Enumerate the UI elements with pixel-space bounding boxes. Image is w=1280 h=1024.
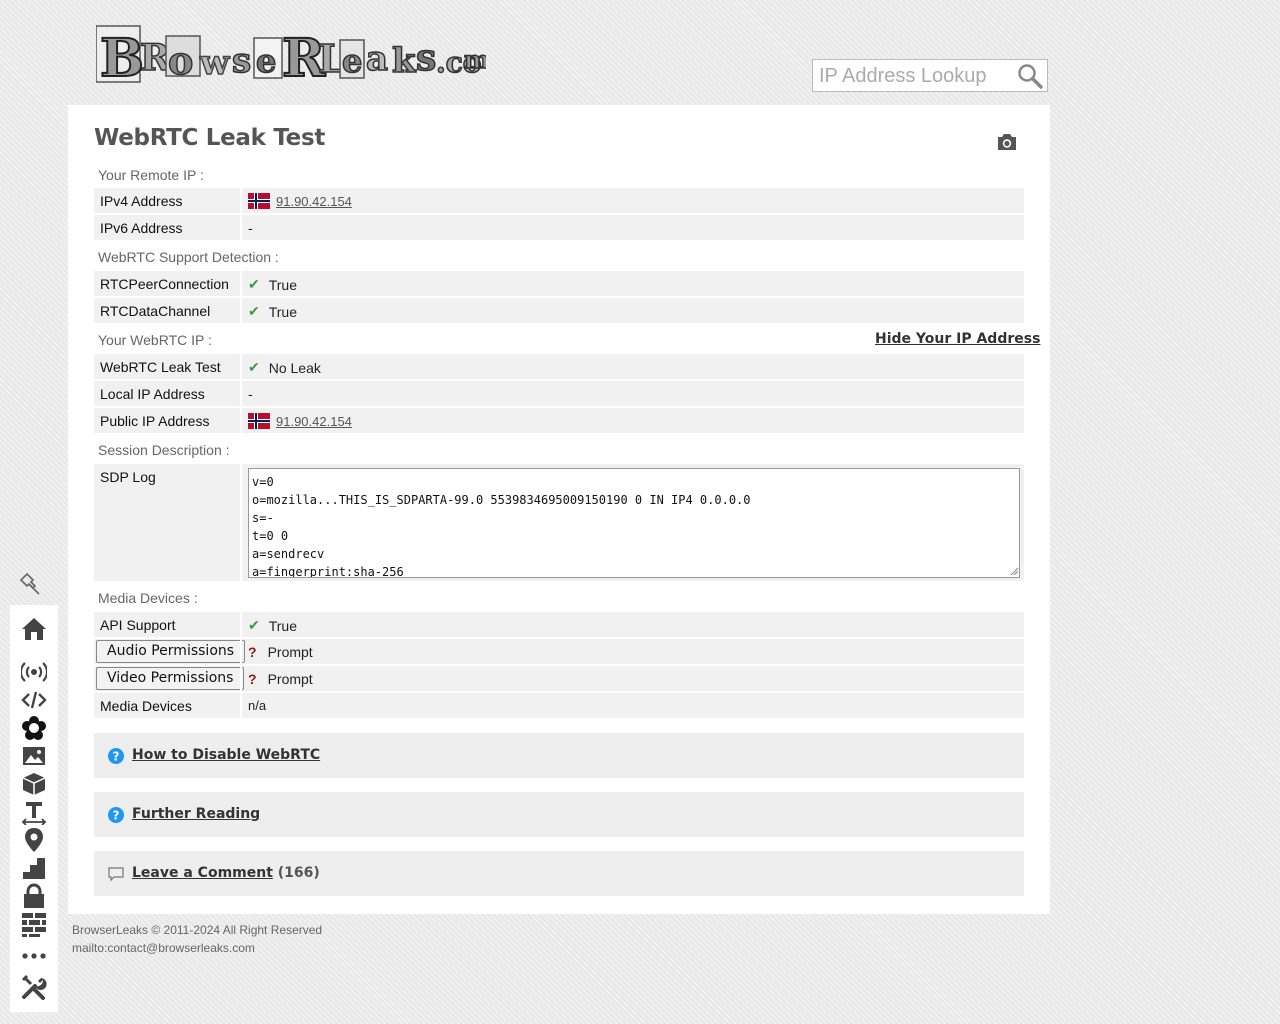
cube-icon[interactable] xyxy=(21,771,47,797)
more-icon[interactable] xyxy=(21,943,47,969)
accordion-disable-webrtc[interactable]: ? How to Disable WebRTC xyxy=(94,733,1024,778)
footer-copyright: BrowserLeaks © 2011-2024 All Right Reser… xyxy=(72,923,323,937)
comment-count: (166) xyxy=(277,865,320,881)
svg-text:m: m xyxy=(464,45,486,74)
peer-connection-value: True xyxy=(268,276,298,293)
accordion-further-reading[interactable]: ? Further Reading xyxy=(94,792,1024,837)
check-icon: ✔ xyxy=(248,276,260,292)
peer-connection-label: RTCPeerConnection xyxy=(100,276,229,292)
hide-ip-link[interactable]: Hide Your IP Address xyxy=(875,331,1040,347)
leak-test-row: WebRTC Leak Test ✔ No Leak xyxy=(94,354,1024,379)
check-icon: ✔ xyxy=(248,303,260,319)
video-permissions-button[interactable]: Video Permissions xyxy=(96,667,245,690)
section-session: Session Description : xyxy=(98,442,230,458)
section-support: WebRTC Support Detection : xyxy=(98,249,279,265)
local-ip-row: Local IP Address - xyxy=(94,381,1024,406)
check-icon: ✔ xyxy=(248,359,260,375)
sdp-log-textarea[interactable]: v=0 o=mozilla...THIS_IS_SDPARTA-99.0 553… xyxy=(248,468,1020,578)
leave-comment-link[interactable]: Leave a Comment xyxy=(132,865,273,881)
svg-text:?: ? xyxy=(113,809,120,823)
question-icon: ? xyxy=(248,644,257,660)
pin-icon[interactable] xyxy=(18,571,42,595)
svg-text:?: ? xyxy=(113,750,120,764)
comment-icon xyxy=(108,867,124,882)
data-channel-row: RTCDataChannel ✔ True xyxy=(94,298,1024,323)
svg-text:B: B xyxy=(100,28,144,89)
home-icon[interactable] xyxy=(21,616,47,642)
ipv6-row: IPv6 Address - xyxy=(94,215,1024,240)
leak-test-value: No Leak xyxy=(268,359,321,376)
api-support-row: API Support ✔ True xyxy=(94,612,1024,637)
footer-email[interactable]: mailto:contact@browserleaks.com xyxy=(72,941,255,955)
accordion-comments[interactable]: Leave a Comment (166) xyxy=(94,851,1024,896)
local-ip-label: Local IP Address xyxy=(100,386,205,402)
flower-icon[interactable] xyxy=(21,715,47,741)
section-media: Media Devices : xyxy=(98,590,198,606)
svg-text:o: o xyxy=(168,38,193,83)
svg-text:s: s xyxy=(232,41,251,81)
check-icon: ✔ xyxy=(248,617,260,633)
resize-handle-icon[interactable] xyxy=(1010,567,1019,576)
text-height-icon[interactable] xyxy=(21,799,47,825)
public-ip-row: Public IP Address 91.90.42.154 xyxy=(94,408,1024,433)
ipv6-label: IPv6 Address xyxy=(100,220,183,236)
section-webrtc-ip: Your WebRTC IP : xyxy=(98,332,212,348)
map-marker-icon[interactable] xyxy=(21,827,47,853)
svg-text:k: k xyxy=(392,41,417,81)
api-support-value: True xyxy=(268,617,298,634)
svg-text:w: w xyxy=(199,43,230,83)
help-icon: ? xyxy=(108,807,124,823)
section-remote-ip: Your Remote IP : xyxy=(98,167,204,183)
main-content: WebRTC Leak Test Your Remote IP : IPv4 A… xyxy=(68,105,1050,914)
broadcast-icon[interactable] xyxy=(21,659,47,685)
video-permissions-value: Prompt xyxy=(267,671,313,687)
media-devices-label: Media Devices xyxy=(100,698,192,714)
code-icon[interactable] xyxy=(21,687,47,713)
data-channel-value: True xyxy=(268,303,298,320)
ipv4-label: IPv4 Address xyxy=(100,193,183,209)
leak-test-label: WebRTC Leak Test xyxy=(100,359,221,375)
ip-lookup-input[interactable] xyxy=(819,64,1009,88)
norway-flag-icon xyxy=(248,413,270,429)
svg-text:e: e xyxy=(342,42,362,80)
help-icon: ? xyxy=(108,748,124,764)
browserleaks-logo[interactable]: B R o w s e R L e a k s .co m xyxy=(96,20,486,90)
stairs-icon[interactable] xyxy=(21,855,47,881)
public-ip-label: Public IP Address xyxy=(100,413,210,429)
svg-text:s: s xyxy=(416,37,436,79)
question-icon: ? xyxy=(248,671,257,687)
tools-icon[interactable] xyxy=(21,974,47,1000)
further-reading-link[interactable]: Further Reading xyxy=(132,806,260,822)
peer-connection-row: RTCPeerConnection ✔ True xyxy=(94,271,1024,296)
lock-icon[interactable] xyxy=(21,883,47,909)
ipv6-value: - xyxy=(248,220,253,236)
sdp-label: SDP Log xyxy=(100,469,156,485)
public-ip-link[interactable]: 91.90.42.154 xyxy=(276,414,352,429)
sdp-row: SDP Log v=0 o=mozilla...THIS_IS_SDPARTA-… xyxy=(94,464,1024,581)
audio-permissions-value: Prompt xyxy=(267,644,313,660)
media-devices-row: Media Devices n/a xyxy=(94,693,1024,718)
local-ip-value: - xyxy=(248,386,253,402)
svg-text:e: e xyxy=(256,42,276,80)
camera-icon[interactable] xyxy=(996,132,1018,152)
ipv4-link[interactable]: 91.90.42.154 xyxy=(276,194,352,209)
api-support-label: API Support xyxy=(100,617,176,633)
norway-flag-icon xyxy=(248,193,270,209)
audio-permissions-button[interactable]: Audio Permissions xyxy=(96,640,246,663)
brick-wall-icon[interactable] xyxy=(21,911,47,937)
data-channel-label: RTCDataChannel xyxy=(100,303,211,319)
ip-lookup-search xyxy=(812,59,1048,92)
ipv4-row: IPv4 Address 91.90.42.154 xyxy=(94,188,1024,213)
sidebar-nav xyxy=(10,605,58,1012)
media-devices-value: n/a xyxy=(248,698,267,713)
audio-permissions-row: Audio Permissions ? Prompt xyxy=(94,639,1024,664)
page-title: WebRTC Leak Test xyxy=(94,125,326,151)
image-icon[interactable] xyxy=(21,743,47,769)
svg-text:a: a xyxy=(366,39,388,79)
search-icon[interactable] xyxy=(1017,63,1043,89)
video-permissions-row: Video Permissions ? Prompt xyxy=(94,666,1024,691)
disable-webrtc-link[interactable]: How to Disable WebRTC xyxy=(132,747,320,763)
